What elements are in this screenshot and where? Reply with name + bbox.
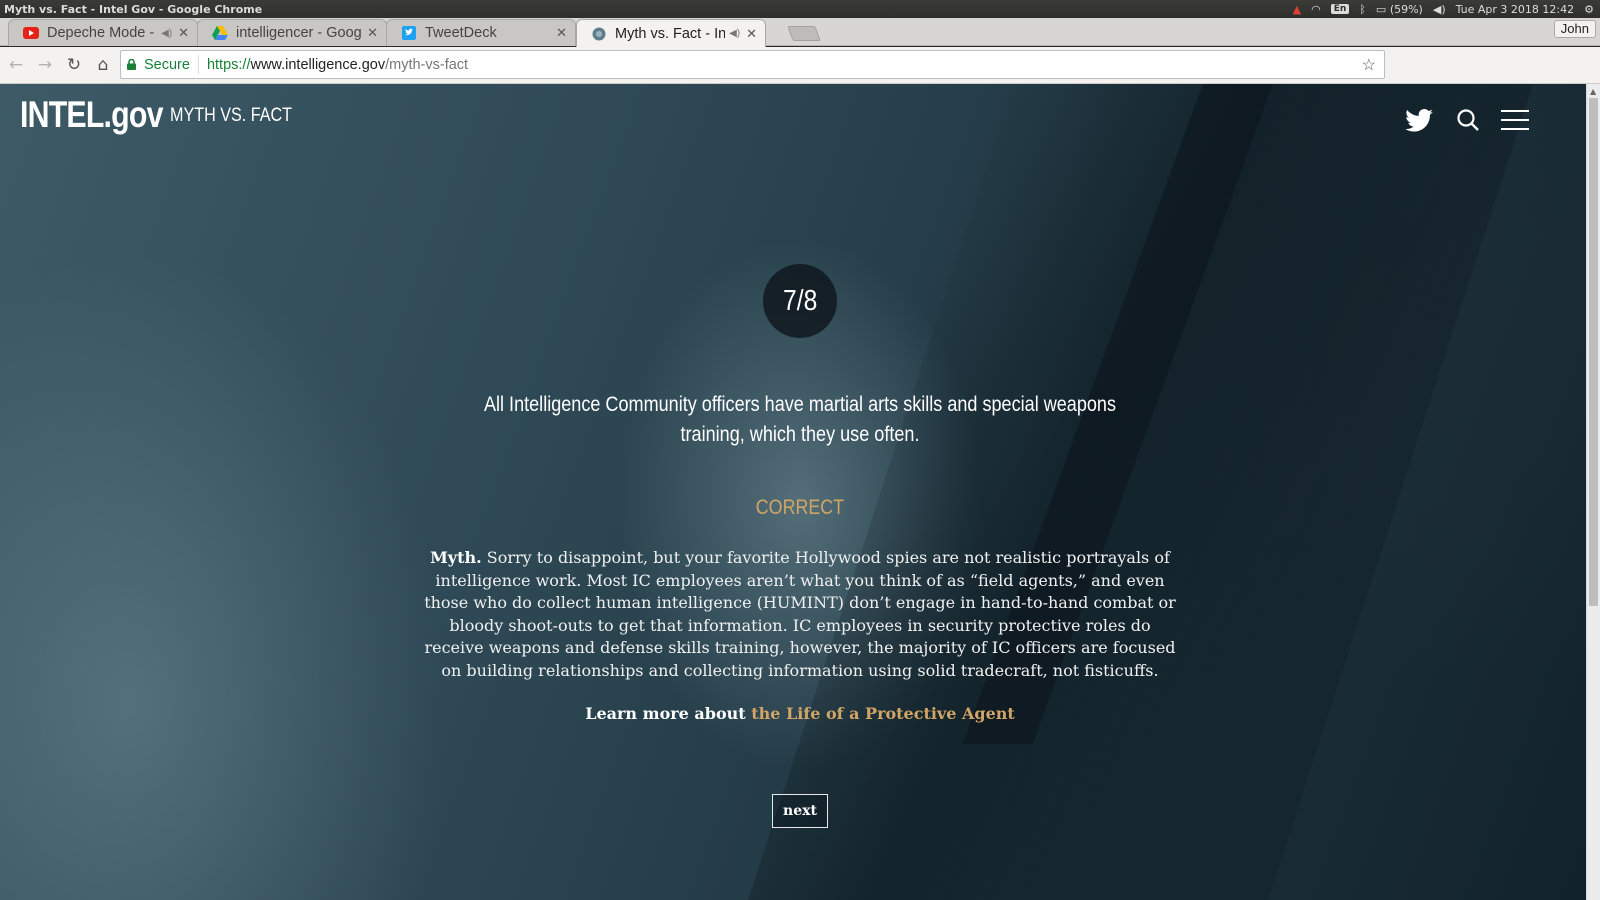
tab-close-icon[interactable]: ✕ [556,25,567,41]
system-tray: ▲ ◠ En ᛒ ▭ (59%) ◀) Tue Apr 3 2018 12:42… [1293,0,1594,18]
tab-title: Myth vs. Fact - Int [615,25,726,42]
battery-icon: ▭ [1375,2,1387,16]
tab-close-icon[interactable]: ✕ [367,25,378,41]
reload-icon[interactable]: ↻ [61,52,87,78]
protective-agent-link[interactable]: the Life of a Protective Agent [751,704,1015,723]
question-counter: 7/8 [763,264,837,338]
clock[interactable]: Tue Apr 3 2018 12:42 [1456,3,1575,16]
bookmark-star-icon[interactable]: ☆ [1362,55,1376,75]
home-icon[interactable]: ⌂ [90,52,116,78]
tab-myth-vs-fact[interactable]: Myth vs. Fact - Int ◀) ✕ [576,19,766,47]
tab-close-icon[interactable]: ✕ [746,26,757,42]
secure-label: Secure [144,56,190,73]
learn-more: Learn more about the Life of a Protectiv… [420,704,1180,723]
warning-icon[interactable]: ▲ [1293,3,1301,16]
profile-button[interactable]: John [1553,20,1596,38]
background-photo-shade [733,84,1547,900]
scrollbar-thumb[interactable] [1589,98,1598,606]
keyboard-layout-indicator[interactable]: En [1330,4,1350,14]
url-text: https://www.intelligence.gov/myth-vs-fac… [199,57,468,73]
question-counter-text: 7/8 [782,284,818,317]
explanation-body: Sorry to disappoint, but your favorite H… [424,548,1176,680]
url-scheme: https:// [206,56,251,73]
twitter-icon[interactable] [1403,104,1435,136]
battery-indicator[interactable]: ▭ (59%) [1376,3,1423,16]
forward-arrow-icon[interactable]: → [32,52,58,78]
section-title: MYTH VS. FACT [170,105,293,126]
battery-percent: (59%) [1389,2,1423,16]
tab-title: TweetDeck [425,25,497,41]
tab-intelligencer[interactable]: intelligencer - Goog ✕ [197,19,387,46]
os-top-bar: Myth vs. Fact - Intel Gov - Google Chrom… [0,0,1600,18]
google-drive-icon [212,25,228,41]
url-host: www.intelligence.gov [250,56,386,73]
back-arrow-icon[interactable]: ← [3,52,29,78]
scroll-up-arrow-icon[interactable]: ▲ [1590,87,1596,96]
volume-icon[interactable]: ◀) [1433,3,1446,16]
audio-playing-icon[interactable]: ◀) [729,28,740,39]
tab-title: intelligencer - Goog [236,25,362,41]
twitter-icon [401,25,417,41]
learn-more-prefix: Learn more about [585,704,752,723]
next-button[interactable]: next [772,794,828,828]
settings-gear-icon[interactable]: ⚙ [1584,3,1594,16]
audio-playing-icon[interactable]: ◀) [161,28,172,39]
window-title: Myth vs. Fact - Intel Gov - Google Chrom… [4,2,263,16]
globe-icon [591,26,607,42]
security-indicator[interactable]: Secure [121,55,199,74]
browser-toolbar: ← → ↻ ⌂ Secure https://www.intelligence.… [0,47,1600,121]
tab-close-icon[interactable]: ✕ [178,25,189,41]
answer-explanation: Myth. Sorry to disappoint, but your favo… [420,547,1180,682]
answer-verdict: CORRECT [700,496,900,520]
new-tab-button[interactable] [787,26,821,41]
myth-statement-text: All Intelligence Community officers have… [483,393,1117,446]
page-viewport: INTEL.gov MYTH VS. FACT 7/8 All Intellig… [0,84,1586,900]
search-icon[interactable] [1452,104,1484,136]
explanation-lead: Myth. [430,548,482,567]
answer-verdict-text: CORRECT [755,496,845,519]
site-logo[interactable]: INTEL.gov [20,94,163,136]
myth-statement: All Intelligence Community officers have… [400,390,1200,450]
hamburger-menu-icon[interactable] [1499,104,1531,136]
wifi-icon[interactable]: ◠ [1311,3,1321,16]
tab-strip: Depeche Mode - ( ◀) ✕ intelligencer - Go… [0,18,1600,47]
youtube-icon [23,25,39,41]
address-bar[interactable]: Secure https://www.intelligence.gov/myth… [120,50,1385,79]
tab-tweetdeck[interactable]: TweetDeck ✕ [386,19,576,46]
url-path: /myth-vs-fact [385,56,469,73]
bluetooth-icon[interactable]: ᛒ [1359,3,1366,16]
tab-depeche-mode[interactable]: Depeche Mode - ( ◀) ✕ [8,19,198,46]
lock-icon [127,59,136,70]
tab-title: Depeche Mode - ( [47,25,158,41]
